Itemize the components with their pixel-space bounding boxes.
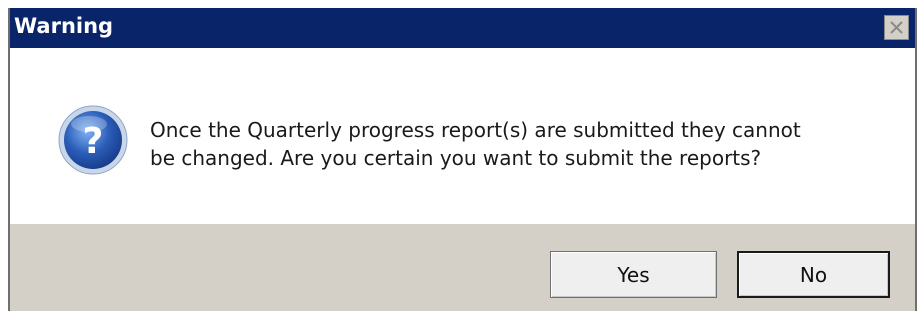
message-line-2: be changed. Are you certain you want to … bbox=[150, 146, 762, 170]
close-button[interactable] bbox=[884, 15, 909, 40]
no-button[interactable]: No bbox=[737, 251, 890, 298]
yes-button[interactable]: Yes bbox=[550, 251, 717, 298]
question-icon: ? bbox=[58, 105, 128, 175]
message-line-1: Once the Quarterly progress report(s) ar… bbox=[150, 118, 801, 142]
close-icon bbox=[890, 21, 903, 34]
title-bar[interactable]: Warning bbox=[10, 8, 915, 48]
dialog-body: ? Once the Quarterly progress report(s) … bbox=[10, 48, 915, 224]
button-bar: Yes No bbox=[10, 224, 915, 311]
svg-text:?: ? bbox=[83, 121, 104, 162]
warning-dialog: Warning ? Once the Quarterly progress re… bbox=[8, 8, 917, 311]
message-text: Once the Quarterly progress report(s) ar… bbox=[150, 116, 890, 172]
dialog-title: Warning bbox=[14, 14, 114, 38]
